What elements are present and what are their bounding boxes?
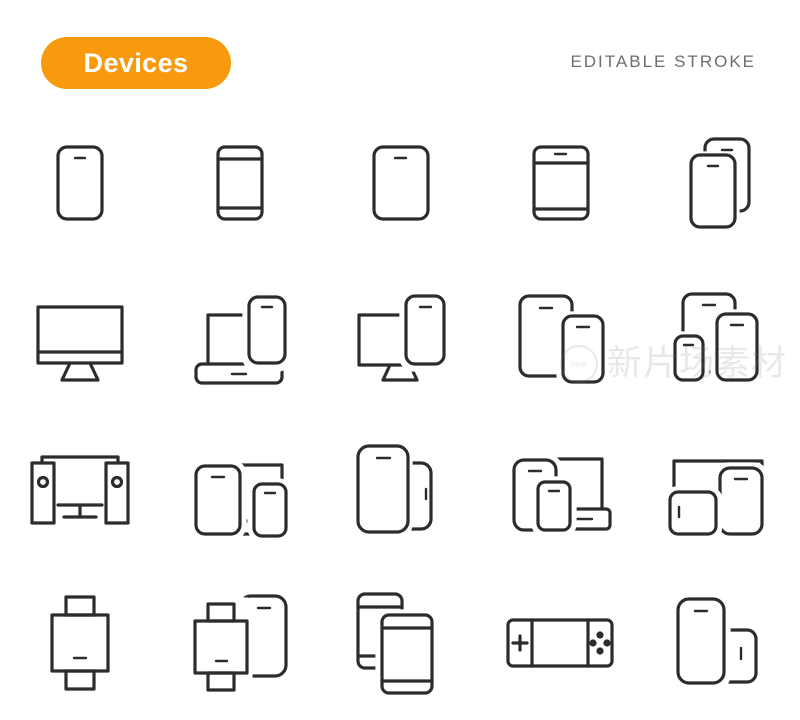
icon-smartwatch-and-smartphone[interactable]	[160, 567, 320, 717]
icon-television-with-speakers[interactable]	[0, 414, 160, 564]
icon-monitor-and-smartphone[interactable]	[320, 261, 480, 411]
icon-laptop-and-smartphone[interactable]	[160, 261, 320, 411]
category-badge-label: Devices	[83, 47, 189, 78]
icon-tablet-bezel[interactable]	[480, 108, 640, 258]
category-badge: Devices	[41, 37, 231, 89]
icon-smartphone-bezel[interactable]	[160, 108, 320, 258]
icon-two-stacked-smartphones[interactable]	[320, 567, 480, 717]
icon-handheld-game-console[interactable]	[480, 567, 640, 717]
icon-laptop-tablet-smartphone[interactable]	[480, 414, 640, 564]
icon-smartwatch[interactable]	[0, 567, 160, 717]
icon-monitor-tablet-horizontal-phone[interactable]	[640, 414, 800, 564]
icon-desktop-monitor[interactable]	[0, 261, 160, 411]
header: Devices EDITABLE STROKE	[0, 0, 800, 108]
icon-smartphone-and-small-device[interactable]	[640, 567, 800, 717]
icon-tablet-and-two-smartphones[interactable]	[640, 261, 800, 411]
icon-two-smartphones[interactable]	[640, 108, 800, 258]
icon-tablet-with-side-smartphone[interactable]	[320, 414, 480, 564]
icon-tablet-and-smartphone[interactable]	[480, 261, 640, 411]
icon-smartphone[interactable]	[0, 108, 160, 258]
editable-stroke-note: EDITABLE STROKE	[570, 52, 756, 71]
icon-tablet[interactable]	[320, 108, 480, 258]
icon-grid	[0, 108, 800, 720]
icon-monitor-tablet-smartphone[interactable]	[160, 414, 320, 564]
